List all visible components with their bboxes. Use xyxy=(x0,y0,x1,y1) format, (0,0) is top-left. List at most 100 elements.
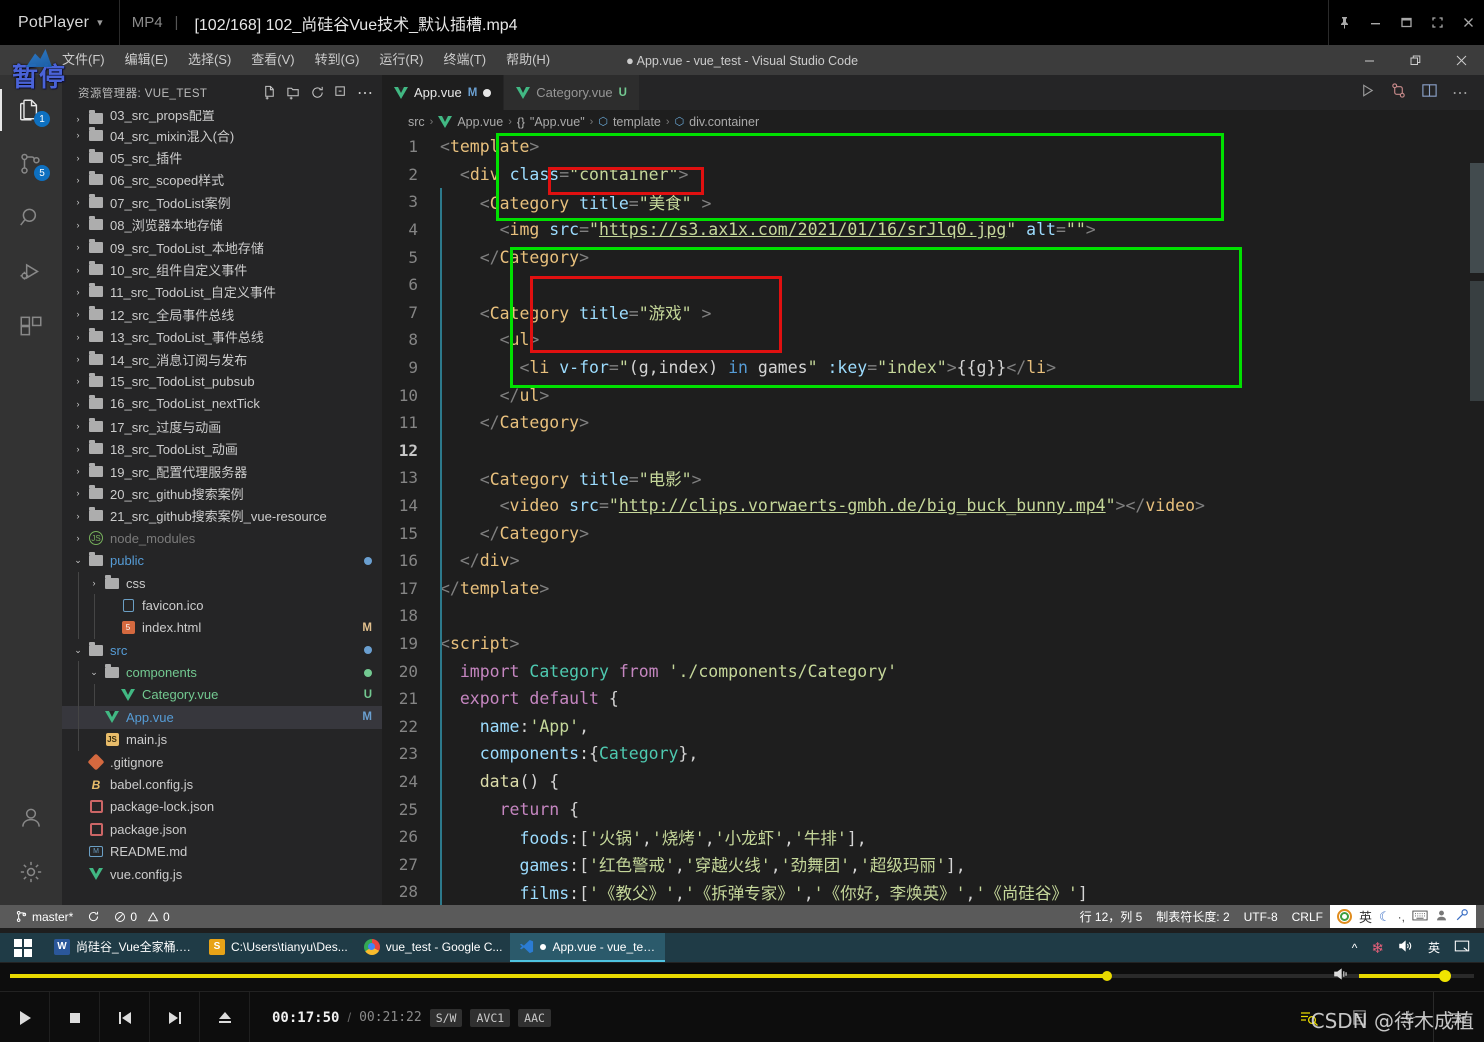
seek-knob[interactable] xyxy=(1101,971,1112,981)
tree-item-07_src_todolist[interactable]: › 07_src_TodoList案例 xyxy=(62,191,382,213)
activity-run-debug[interactable] xyxy=(0,245,62,299)
status-encoding[interactable]: UTF-8 xyxy=(1237,905,1285,928)
activity-extensions[interactable] xyxy=(0,299,62,353)
code-line[interactable]: 14 <video src="http://clips.vorwaerts-gm… xyxy=(382,491,1484,520)
chevron-right-icon[interactable]: › xyxy=(70,287,86,297)
menu-terminal[interactable]: 终端(T) xyxy=(433,45,496,75)
tab-dirty-dot[interactable] xyxy=(483,88,492,97)
tree-item-10_src_[interactable]: › 10_src_组件自定义事件 xyxy=(62,258,382,280)
chevron-right-icon[interactable]: › xyxy=(86,578,102,588)
vscode-close-icon[interactable] xyxy=(1438,45,1484,75)
tab-app-vue[interactable]: App.vue M xyxy=(382,75,505,110)
menu-go[interactable]: 转到(G) xyxy=(305,45,370,75)
tree-item-05_src_[interactable]: › 05_src_插件 xyxy=(62,146,382,168)
code-line[interactable]: 15 </Category> xyxy=(382,519,1484,547)
previous-button[interactable] xyxy=(100,991,150,1042)
tree-item-09_src_todolist_[interactable]: › 09_src_TodoList_本地存储 xyxy=(62,236,382,258)
chevron-down-icon[interactable]: ⌄ xyxy=(86,667,102,678)
editor-more-actions-icon[interactable]: ⋯ xyxy=(1452,83,1468,103)
stop-button[interactable] xyxy=(50,991,100,1042)
menu-view[interactable]: 查看(V) xyxy=(241,45,304,75)
tree-item-19_src_[interactable]: › 19_src_配置代理服务器 xyxy=(62,460,382,482)
tree-item-src[interactable]: ⌄ src xyxy=(62,639,382,661)
codec-badge-video[interactable]: AVC1 xyxy=(470,1008,511,1027)
code-line[interactable]: 26 foods:['火锅','烧烤','小龙虾','牛排'], xyxy=(382,822,1484,851)
chevron-right-icon[interactable]: › xyxy=(70,197,86,207)
tree-item-06_src_scoped[interactable]: › 06_src_scoped样式 xyxy=(62,169,382,191)
code-line[interactable]: 20 import Category from './components/Ca… xyxy=(382,657,1484,685)
tree-item-css[interactable]: › css xyxy=(62,571,382,595)
tree-item-app.vue[interactable]: App.vue M xyxy=(62,706,382,729)
code-line[interactable]: 17 </template> xyxy=(382,574,1484,603)
maximize-icon[interactable] xyxy=(1391,0,1422,45)
menu-edit[interactable]: 编辑(E) xyxy=(115,45,178,75)
code-line[interactable]: 21 export default { xyxy=(382,684,1484,713)
chevron-right-icon[interactable]: › xyxy=(70,114,86,124)
chevron-right-icon[interactable]: › xyxy=(70,265,86,275)
editor-scrollbar[interactable] xyxy=(1470,133,1484,905)
code-line[interactable]: 3 <Category title="美食" > xyxy=(382,188,1484,216)
code-line[interactable]: 24 data() { xyxy=(382,767,1484,796)
action-center-icon[interactable] xyxy=(1454,939,1470,956)
keyboard-icon[interactable] xyxy=(1412,910,1428,924)
play-button[interactable] xyxy=(0,991,50,1042)
code-line[interactable]: 16 </div> xyxy=(382,546,1484,575)
breadcrumb-item[interactable]: src xyxy=(408,115,425,129)
minimize-icon[interactable] xyxy=(1360,0,1391,45)
tree-item-17_src_[interactable]: › 17_src_过度与动画 xyxy=(62,415,382,437)
menu-selection[interactable]: 选择(S) xyxy=(178,45,241,75)
more-actions-icon[interactable]: ⋯ xyxy=(354,82,376,104)
refresh-icon[interactable] xyxy=(306,82,328,104)
chevron-right-icon[interactable]: › xyxy=(70,354,86,364)
chevron-right-icon[interactable]: › xyxy=(70,220,86,230)
tree-item-20_src_github[interactable]: › 20_src_github搜索案例 xyxy=(62,482,382,504)
code-line[interactable]: 12 xyxy=(382,436,1484,465)
activity-settings[interactable] xyxy=(0,845,62,899)
status-indentation[interactable]: 制表符长度: 2 xyxy=(1149,905,1236,928)
potplayer-app-name[interactable]: PotPlayer xyxy=(0,14,89,32)
pin-icon[interactable] xyxy=(1329,0,1360,45)
code-line[interactable]: 22 name:'App', xyxy=(382,712,1484,741)
tree-item-04_src_mixin[interactable]: › 04_src_mixin混入(合) xyxy=(62,124,382,146)
tree-item-08_[interactable]: › 08_浏览器本地存储 xyxy=(62,214,382,236)
tree-item-.gitignore[interactable]: .gitignore xyxy=(62,751,382,773)
fullscreen-icon[interactable] xyxy=(1422,0,1453,45)
tree-item-03_src_props[interactable]: › 03_src_props配置 xyxy=(62,110,382,124)
chevron-up-icon[interactable]: ^ xyxy=(1352,941,1358,955)
next-button[interactable] xyxy=(150,991,200,1042)
new-file-icon[interactable] xyxy=(258,82,280,104)
code-line[interactable]: 1 <template> xyxy=(382,133,1484,161)
editor-scrollbar-thumb-2[interactable] xyxy=(1470,281,1484,401)
code-line[interactable]: 19 <script> xyxy=(382,629,1484,658)
file-tree[interactable]: › 03_src_props配置 › 04_src_mixin混入(合) › 05_src… xyxy=(62,110,382,905)
seek-track[interactable] xyxy=(10,971,1474,981)
status-problems[interactable]: 0 0 xyxy=(107,905,176,928)
chevron-right-icon[interactable]: › xyxy=(70,466,86,476)
collapse-all-icon[interactable] xyxy=(330,82,352,104)
tree-item-11_src_todolist_[interactable]: › 11_src_TodoList_自定义事件 xyxy=(62,281,382,303)
taskbar-item[interactable]: W 尚硅谷_Vue全家桶.d... xyxy=(46,933,201,962)
tab-category-vue[interactable]: Category.vue U xyxy=(504,75,640,110)
tree-item-node_modules[interactable]: › JS node_modules xyxy=(62,527,382,549)
status-branch[interactable]: master* xyxy=(8,905,80,928)
code-line[interactable]: 28 films:['《教父》','《拆弹专家》','《你好，李焕英》','《尚… xyxy=(382,878,1484,905)
menu-help[interactable]: 帮助(H) xyxy=(496,45,560,75)
taskbar-item[interactable]: vue_test - Google C... xyxy=(356,933,511,962)
activity-source-control[interactable]: 5 xyxy=(0,137,62,191)
code-line[interactable]: 7 <Category title="游戏" > xyxy=(382,298,1484,327)
tree-item-14_src_[interactable]: › 14_src_消息订阅与发布 xyxy=(62,348,382,370)
tree-item-12_src_[interactable]: › 12_src_全局事件总线 xyxy=(62,303,382,325)
tools-icon[interactable] xyxy=(1455,908,1469,925)
tree-item-package.json[interactable]: package.json xyxy=(62,818,382,840)
status-cursor-position[interactable]: 行 12，列 5 xyxy=(1073,905,1150,928)
code-line[interactable]: 27 games:['红色警戒','穿越火线','劲舞团','超级玛丽'], xyxy=(382,850,1484,879)
moon-icon[interactable]: ☾ xyxy=(1379,909,1391,925)
start-button[interactable] xyxy=(0,933,46,962)
chevron-right-icon[interactable]: › xyxy=(70,130,86,140)
tree-item-components[interactable]: ⌄ components xyxy=(62,661,382,684)
code-lines[interactable]: 1 <template> 2 <div class="container"> 3 <C… xyxy=(382,133,1484,905)
code-line[interactable]: 4 <img src="https://s3.ax1x.com/2021/01/… xyxy=(382,215,1484,244)
code-line[interactable]: 9 <li v-for="(g,index) in games" :key="i… xyxy=(382,353,1484,382)
chevron-right-icon[interactable]: › xyxy=(70,309,86,319)
taskbar-item[interactable]: S C:\Users\tianyu\Des... xyxy=(201,933,356,962)
